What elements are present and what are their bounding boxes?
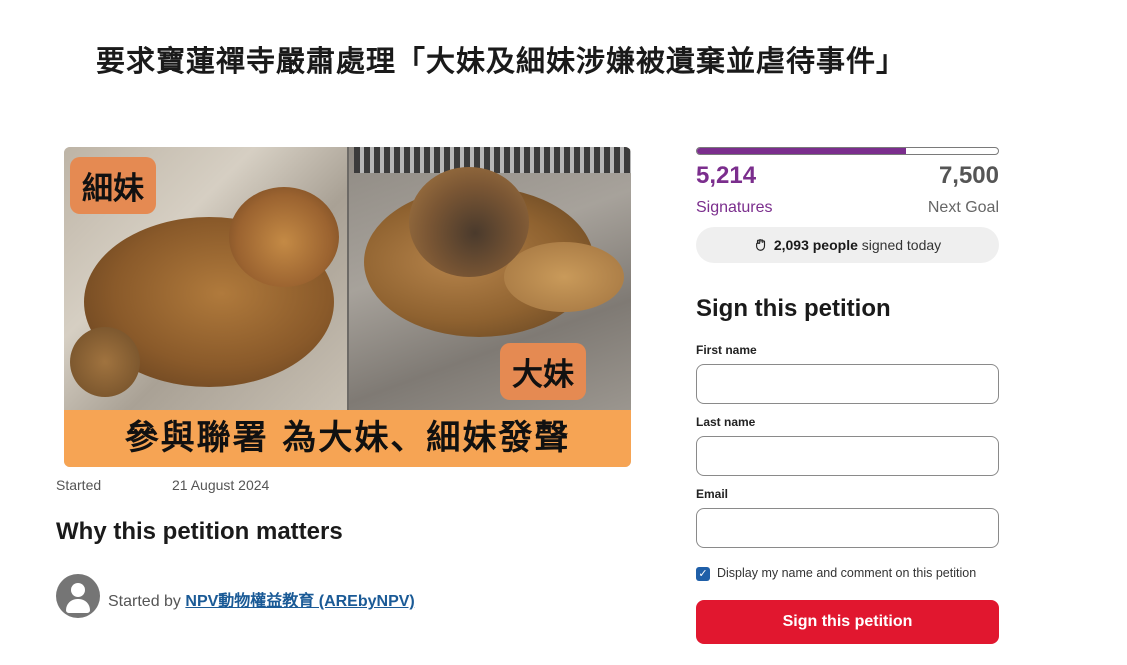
goal-count: 7,500 [938, 162, 999, 189]
last-name-label: Last name [696, 415, 756, 429]
started-by-prefix: Started by [108, 593, 181, 610]
first-name-label: First name [696, 343, 757, 357]
started-date: 21 August 2024 [172, 477, 270, 493]
why-heading: Why this petition matters [56, 518, 343, 545]
started-label: Started [56, 477, 102, 493]
petition-image: 細妹 大妹 參與聯署 為大妹、細妹發聲 [64, 147, 631, 467]
image-banner: 參與聯署 為大妹、細妹發聲 [64, 410, 631, 467]
floor-grate [354, 147, 631, 173]
signature-count: 5,214 [696, 162, 757, 189]
sign-petition-button[interactable]: Sign this petition [696, 600, 999, 644]
dog-right-head [409, 167, 529, 277]
first-name-field[interactable] [696, 364, 999, 404]
avatar [56, 574, 100, 618]
display-name-label[interactable]: Display my name and comment on this peti… [717, 566, 976, 580]
avatar-body-shape [66, 599, 90, 613]
progress-fill [697, 148, 907, 154]
signed-today-pill: 2,093 people signed today [696, 227, 999, 263]
photo-divider [347, 147, 349, 410]
signed-today-count: 2,093 people [773, 237, 858, 253]
author-link[interactable]: NPV動物權益教育 (AREbyNPV) [185, 593, 414, 610]
goal-label: Next Goal [927, 199, 999, 216]
dog-left-head [229, 187, 339, 287]
email-label: Email [696, 487, 729, 501]
petition-title: 要求寶蓮禪寺嚴肅處理「大妹及細妹涉嫌被遺棄並虐待事件」 [96, 44, 907, 78]
image-tag-right: 大妹 [500, 343, 586, 400]
signature-progress-bar [696, 147, 999, 155]
email-field[interactable] [696, 508, 999, 548]
sign-heading: Sign this petition [696, 295, 891, 322]
dog-left-tail [70, 327, 140, 397]
last-name-field[interactable] [696, 436, 999, 476]
fist-icon [755, 239, 765, 251]
dog-right-legs [504, 242, 624, 312]
signatures-label: Signatures [696, 199, 773, 216]
signed-today-suffix: signed today [861, 237, 942, 253]
display-name-checkbox[interactable]: ✓ [696, 567, 710, 581]
started-by: Started by NPV動物權益教育 (AREbyNPV) [108, 587, 415, 611]
image-tag-left: 細妹 [70, 157, 156, 214]
avatar-head-shape [71, 583, 85, 597]
